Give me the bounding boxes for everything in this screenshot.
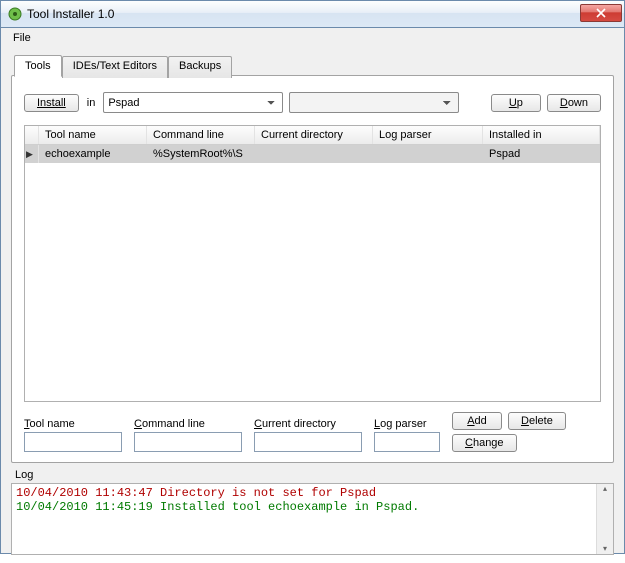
field-command-line: Command line: [134, 418, 242, 452]
scrollbar[interactable]: ▴ ▾: [596, 484, 613, 554]
add-button[interactable]: Add: [452, 412, 502, 430]
menubar: File: [1, 28, 624, 48]
cell-command-line: %SystemRoot%\S: [147, 145, 255, 163]
window-title: Tool Installer 1.0: [27, 7, 580, 21]
tools-grid: Tool name Command line Current directory…: [24, 125, 601, 402]
label-current-dir: Current directory: [254, 418, 362, 430]
log-box[interactable]: 10/04/2010 11:43:47 Directory is not set…: [11, 483, 614, 555]
up-button[interactable]: Up: [491, 94, 541, 112]
scroll-up-icon: ▴: [603, 484, 607, 494]
grid-body[interactable]: ▶ echoexample %SystemRoot%\S Pspad: [25, 145, 600, 401]
log-label: Log: [15, 469, 614, 481]
tab-backups[interactable]: Backups: [168, 56, 232, 78]
delete-button[interactable]: Delete: [508, 412, 566, 430]
tab-body: Install in Pspad Up Down Tool name Comma…: [12, 76, 613, 462]
tool-name-input[interactable]: [24, 432, 122, 452]
app-icon: [7, 6, 23, 22]
tab-tools[interactable]: Tools: [14, 55, 62, 77]
edit-row: Tool name Command line Current directory…: [24, 412, 601, 452]
table-row[interactable]: ▶ echoexample %SystemRoot%\S Pspad: [25, 145, 600, 163]
titlebar: Tool Installer 1.0: [1, 1, 624, 28]
in-label: in: [85, 97, 98, 109]
close-icon: [596, 8, 606, 18]
log-line: 10/04/2010 11:43:47 Directory is not set…: [16, 486, 609, 500]
content: Tools IDEs/Text Editors Backups Install …: [1, 48, 624, 563]
cell-log-parser: [373, 145, 483, 163]
current-dir-input[interactable]: [254, 432, 362, 452]
window: Tool Installer 1.0 File Tools IDEs/Text …: [0, 0, 625, 554]
cell-tool-name: echoexample: [39, 145, 147, 163]
col-installed-in[interactable]: Installed in: [483, 126, 600, 144]
grid-header-marker: [25, 126, 39, 144]
col-command-line[interactable]: Command line: [147, 126, 255, 144]
change-button[interactable]: Change: [452, 434, 517, 452]
row-marker: ▶: [25, 145, 39, 163]
scroll-down-icon: ▾: [603, 544, 607, 554]
col-tool-name[interactable]: Tool name: [39, 126, 147, 144]
log-line: 10/04/2010 11:45:19 Installed tool echoe…: [16, 500, 609, 514]
tab-ides[interactable]: IDEs/Text Editors: [62, 56, 168, 78]
triangle-right-icon: ▶: [26, 149, 33, 159]
cell-installed-in: Pspad: [483, 145, 600, 163]
edit-button-column: Add Delete Change: [452, 412, 566, 452]
field-current-dir: Current directory: [254, 418, 362, 452]
label-tool-name: Tool name: [24, 418, 122, 430]
target-select[interactable]: Pspad: [103, 92, 283, 113]
label-log-parser: Log parser: [374, 418, 440, 430]
log-section: Log 10/04/2010 11:43:47 Directory is not…: [11, 469, 614, 555]
menu-file[interactable]: File: [7, 30, 37, 46]
close-button[interactable]: [580, 4, 622, 22]
install-button[interactable]: Install: [24, 94, 79, 112]
toolbar-row: Install in Pspad Up Down: [24, 92, 601, 113]
grid-header: Tool name Command line Current directory…: [25, 126, 600, 145]
tab-headers: Tools IDEs/Text Editors Backups: [14, 55, 232, 77]
col-current-dir[interactable]: Current directory: [255, 126, 373, 144]
field-log-parser: Log parser: [374, 418, 440, 452]
col-log-parser[interactable]: Log parser: [373, 126, 483, 144]
label-command-line: Command line: [134, 418, 242, 430]
secondary-select[interactable]: [289, 92, 459, 113]
log-parser-input[interactable]: [374, 432, 440, 452]
command-line-input[interactable]: [134, 432, 242, 452]
cell-current-dir: [255, 145, 373, 163]
field-tool-name: Tool name: [24, 418, 122, 452]
down-button[interactable]: Down: [547, 94, 601, 112]
tab-control: Tools IDEs/Text Editors Backups Install …: [11, 75, 614, 463]
